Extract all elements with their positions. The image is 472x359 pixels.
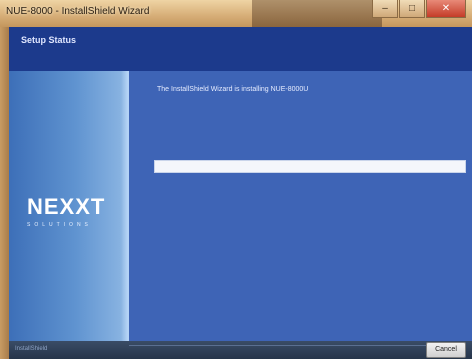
cancel-button[interactable]: Cancel	[426, 342, 466, 358]
window-title: NUE-8000 - InstallShield Wizard	[6, 6, 150, 17]
minimize-button[interactable]: –	[372, 0, 398, 18]
progress-bar	[154, 160, 466, 173]
footer-divider	[129, 345, 429, 346]
branding-panel: NEXXT SOLUTIONS	[9, 71, 129, 341]
brand-tagline: SOLUTIONS	[27, 222, 92, 228]
page-title: Setup Status	[21, 35, 77, 45]
wizard-header: Setup Status	[9, 27, 472, 71]
status-text: The InstallShield Wizard is installing N…	[157, 86, 309, 93]
panel-glow	[121, 71, 129, 341]
brand-name: NEXXT	[27, 194, 106, 219]
title-bar[interactable]: NUE-8000 - InstallShield Wizard – □ ✕	[0, 0, 472, 27]
title-bar-shade	[252, 0, 382, 27]
close-button[interactable]: ✕	[426, 0, 466, 18]
window-controls: – □ ✕	[371, 0, 466, 19]
installshield-label: InstallShield	[15, 346, 48, 352]
wizard-footer: InstallShield Cancel	[9, 341, 472, 359]
installer-window: NUE-8000 - InstallShield Wizard – □ ✕ Se…	[0, 0, 472, 359]
maximize-button[interactable]: □	[399, 0, 425, 18]
brand-logo: NEXXT SOLUTIONS	[27, 194, 121, 228]
window-frame-left	[0, 27, 9, 359]
main-content: The InstallShield Wizard is installing N…	[129, 71, 472, 341]
